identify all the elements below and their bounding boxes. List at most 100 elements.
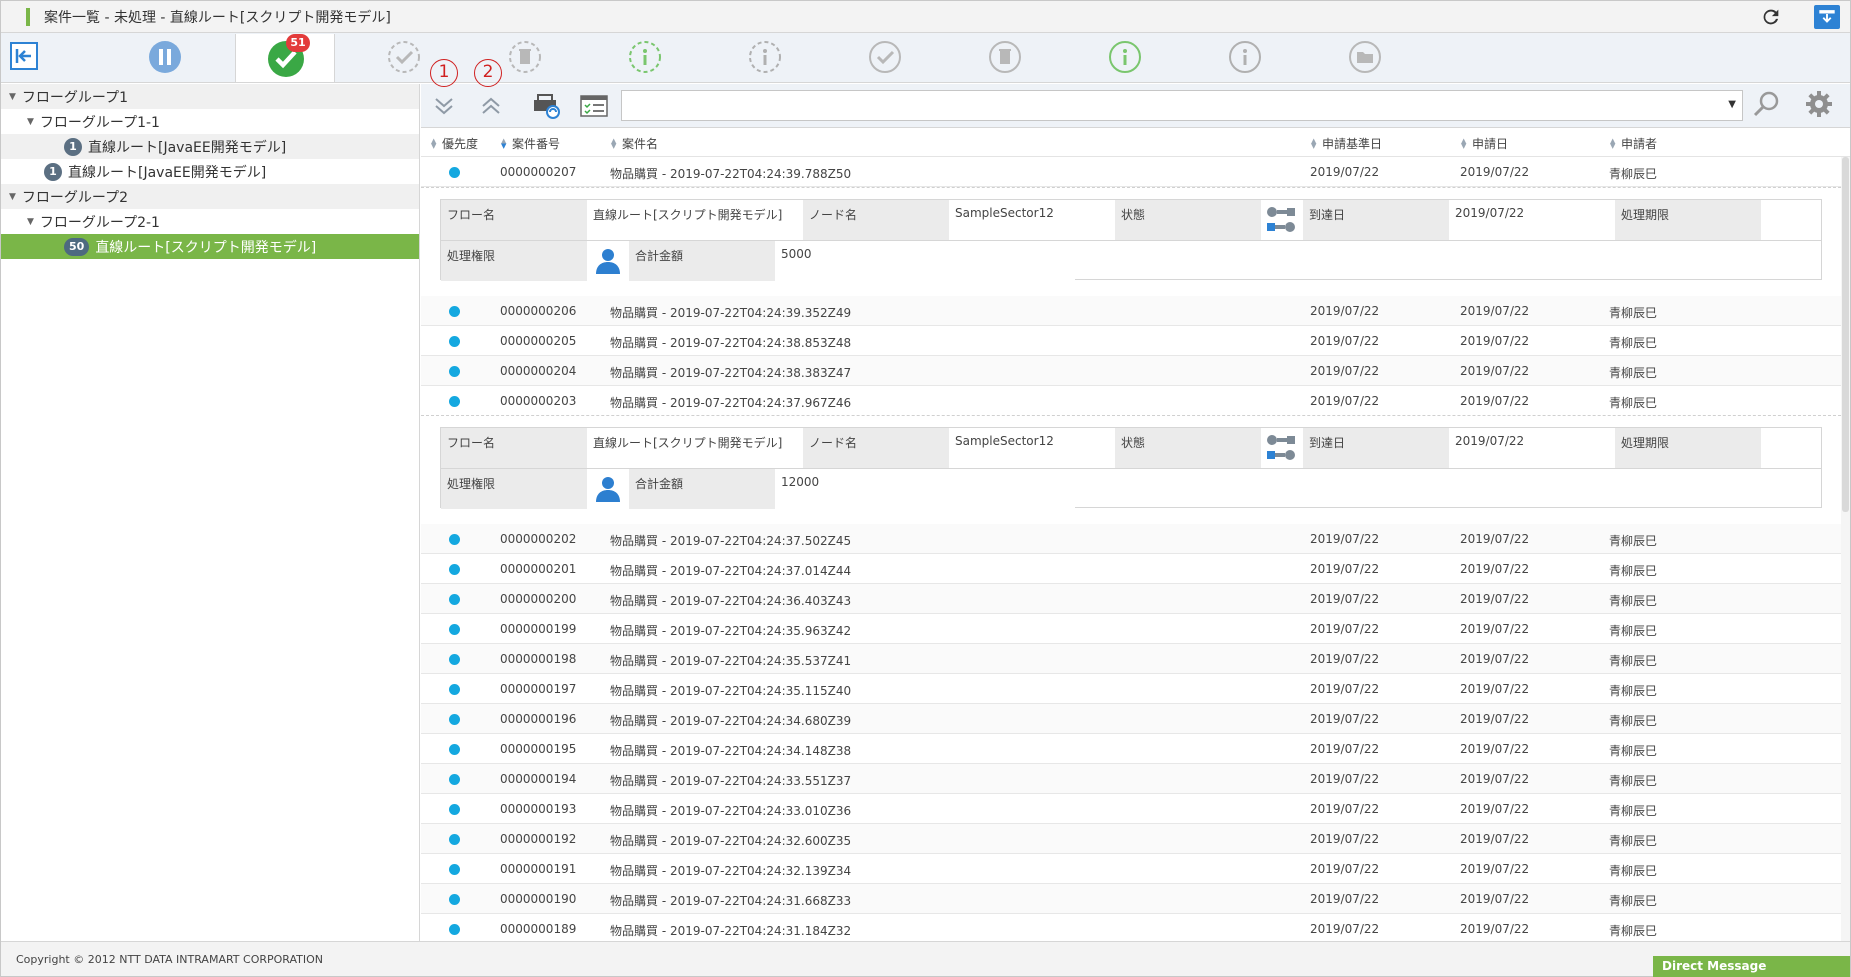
gear-icon[interactable] [1804,90,1834,118]
case-applicant: 青柳辰巳 [1609,624,1658,638]
case-applicant: 青柳辰巳 [1609,894,1658,908]
case-number: 0000000196 [500,712,577,726]
case-apply-date: 2019/07/22 [1460,394,1530,408]
collapse-all-icon[interactable] [476,92,506,120]
table-row[interactable]: 0000000192 物品購買 - 2019-07-22T04:24:32.600… [421,824,1841,854]
case-name[interactable]: 物品購買 - 2019-07-22T04:24:35.963Z42 [610,622,851,639]
trash-dashed-icon[interactable] [505,37,545,77]
case-base-date: 2019/07/22 [1310,592,1380,606]
col-name[interactable]: ▲ ▼ 案件名 [611,135,658,152]
user-icon[interactable] [587,241,629,281]
tree-subgroup-2-1[interactable]: ▼ フローグループ2-1 [1,209,419,234]
case-number: 0000000205 [500,334,577,348]
case-name[interactable]: 物品購買 - 2019-07-22T04:24:34.680Z39 [610,712,851,729]
table-row[interactable]: 0000000196 物品購買 - 2019-07-22T04:24:34.680… [421,704,1841,734]
scrollbar-thumb[interactable] [1842,157,1849,512]
column-list-icon[interactable] [579,92,609,120]
case-name[interactable]: 物品購買 - 2019-07-22T04:24:31.184Z32 [610,922,851,939]
pause-icon[interactable] [145,37,185,77]
case-apply-date: 2019/07/22 [1460,364,1530,378]
tree-route-javaee-2[interactable]: 1 直線ルート[JavaEE開発モデル] [1,159,419,184]
col-applicant[interactable]: ▲ ▼ 申請者 [1610,135,1657,152]
case-name[interactable]: 物品購買 - 2019-07-22T04:24:37.502Z45 [610,532,851,549]
case-base-date: 2019/07/22 [1310,862,1380,876]
table-row[interactable]: 0000000206 物品購買 - 2019-07-22T04:24:39.352… [421,296,1841,326]
check-circle-icon[interactable] [865,37,905,77]
search-icon[interactable] [1751,90,1781,118]
info-green-dashed-icon[interactable] [625,37,665,77]
info-gray-dashed-icon[interactable] [745,37,785,77]
flow-status-icon[interactable] [1261,200,1303,240]
table-row[interactable]: 0000000198 物品購買 - 2019-07-22T04:24:35.537… [421,644,1841,674]
case-name[interactable]: 物品購買 - 2019-07-22T04:24:34.148Z38 [610,742,851,759]
table-row[interactable]: 0000000202 物品購買 - 2019-07-22T04:24:37.502… [421,524,1841,554]
case-name[interactable]: 物品購買 - 2019-07-22T04:24:33.010Z36 [610,802,851,819]
col-number[interactable]: ▲ ▼ 案件番号 [501,135,560,152]
table-row[interactable]: 0000000191 物品購買 - 2019-07-22T04:24:32.139… [421,854,1841,884]
flow-status-icon[interactable] [1261,428,1303,468]
case-applicant: 青柳辰巳 [1609,396,1658,410]
case-number: 0000000203 [500,394,577,408]
col-apply-date[interactable]: ▲ ▼ 申請日 [1461,135,1508,152]
case-name[interactable]: 物品購買 - 2019-07-22T04:24:37.014Z44 [610,562,851,579]
col-base-date[interactable]: ▲ ▼ 申請基準日 [1311,135,1382,152]
user-icon[interactable] [587,469,629,509]
table-row[interactable]: 0000000199 物品購買 - 2019-07-22T04:24:35.963… [421,614,1841,644]
case-number: 0000000191 [500,862,577,876]
case-base-date: 2019/07/22 [1310,562,1380,576]
case-name[interactable]: 物品購買 - 2019-07-22T04:24:31.668Z33 [610,892,851,909]
table-row[interactable]: 0000000207 物品購買 - 2019-07-22T04:24:39.788… [421,157,1841,187]
table-row[interactable]: 0000000203 物品購買 - 2019-07-22T04:24:37.967… [421,386,1841,416]
case-name[interactable]: 物品購買 - 2019-07-22T04:24:38.383Z47 [610,364,851,381]
search-select[interactable]: ▼ [621,90,1743,121]
case-name[interactable]: 物品購買 - 2019-07-22T04:24:32.600Z35 [610,832,851,849]
check-dashed-icon[interactable] [384,37,424,77]
tree-group-1[interactable]: ▼ フローグループ1 [1,84,419,109]
table-row[interactable]: 0000000189 物品購買 - 2019-07-22T04:24:31.184… [421,914,1841,944]
case-name[interactable]: 物品購買 - 2019-07-22T04:24:37.967Z46 [610,394,851,411]
case-base-date: 2019/07/22 [1310,892,1380,906]
priority-dot-icon [449,714,460,725]
tree-subgroup-1-1[interactable]: ▼ フローグループ1-1 [1,109,419,134]
table-row[interactable]: 0000000190 物品購買 - 2019-07-22T04:24:31.668… [421,884,1841,914]
table-row[interactable]: 0000000194 物品購買 - 2019-07-22T04:24:33.551… [421,764,1841,794]
chevron-down-icon: ▼ [1728,99,1736,110]
table-row[interactable]: 0000000197 物品購買 - 2019-07-22T04:24:35.115… [421,674,1841,704]
case-name[interactable]: 物品購買 - 2019-07-22T04:24:39.352Z49 [610,304,851,321]
case-name[interactable]: 物品購買 - 2019-07-22T04:24:35.537Z41 [610,652,851,669]
direct-message-button[interactable]: Direct Message [1653,956,1850,977]
info-green-circle-icon[interactable] [1105,37,1145,77]
folder-icon[interactable] [1345,37,1385,77]
tree-route-javaee-1[interactable]: 1 直線ルート[JavaEE開発モデル] [1,134,419,159]
collapse-sidebar-icon[interactable] [10,42,38,70]
print-refresh-icon[interactable] [531,92,561,120]
case-name[interactable]: 物品購買 - 2019-07-22T04:24:39.788Z50 [610,165,851,182]
table-row[interactable]: 0000000204 物品購買 - 2019-07-22T04:24:38.383… [421,356,1841,386]
info-gray-circle-icon[interactable] [1225,37,1265,77]
tree-group-2[interactable]: ▼ フローグループ2 [1,184,419,209]
tree-route-script-selected[interactable]: 50 直線ルート[スクリプト開発モデル] [1,234,419,259]
refresh-icon[interactable] [1758,4,1784,30]
tab-unprocessed[interactable]: 51 [235,34,335,82]
case-name[interactable]: 物品購買 - 2019-07-22T04:24:36.403Z43 [610,592,851,609]
case-applicant: 青柳辰巳 [1609,834,1658,848]
route-count-badge: 50 [64,237,90,256]
case-name[interactable]: 物品購買 - 2019-07-22T04:24:32.139Z34 [610,862,851,879]
download-icon[interactable] [1814,5,1840,29]
case-name[interactable]: 物品購買 - 2019-07-22T04:24:35.115Z40 [610,682,851,699]
table-row[interactable]: 0000000193 物品購買 - 2019-07-22T04:24:33.010… [421,794,1841,824]
table-row[interactable]: 0000000201 物品購買 - 2019-07-22T04:24:37.014… [421,554,1841,584]
trash-circle-icon[interactable] [985,37,1025,77]
expand-all-icon[interactable] [429,92,459,120]
case-name[interactable]: 物品購買 - 2019-07-22T04:24:33.551Z37 [610,772,851,789]
case-name[interactable]: 物品購買 - 2019-07-22T04:24:38.853Z48 [610,334,851,351]
annotation-2: 2 [474,59,502,87]
table-row[interactable]: 0000000195 物品購買 - 2019-07-22T04:24:34.148… [421,734,1841,764]
table-row[interactable]: 0000000205 物品購買 - 2019-07-22T04:24:38.853… [421,326,1841,356]
detail-label: 状態 [1115,428,1261,468]
table-row[interactable]: 0000000200 物品購買 - 2019-07-22T04:24:36.403… [421,584,1841,614]
sort-icon: ▲ ▼ [1461,136,1467,150]
vertical-scrollbar[interactable] [1841,157,1850,941]
col-priority[interactable]: ▲ ▼ 優先度 [431,135,478,152]
case-apply-date: 2019/07/22 [1460,682,1530,696]
